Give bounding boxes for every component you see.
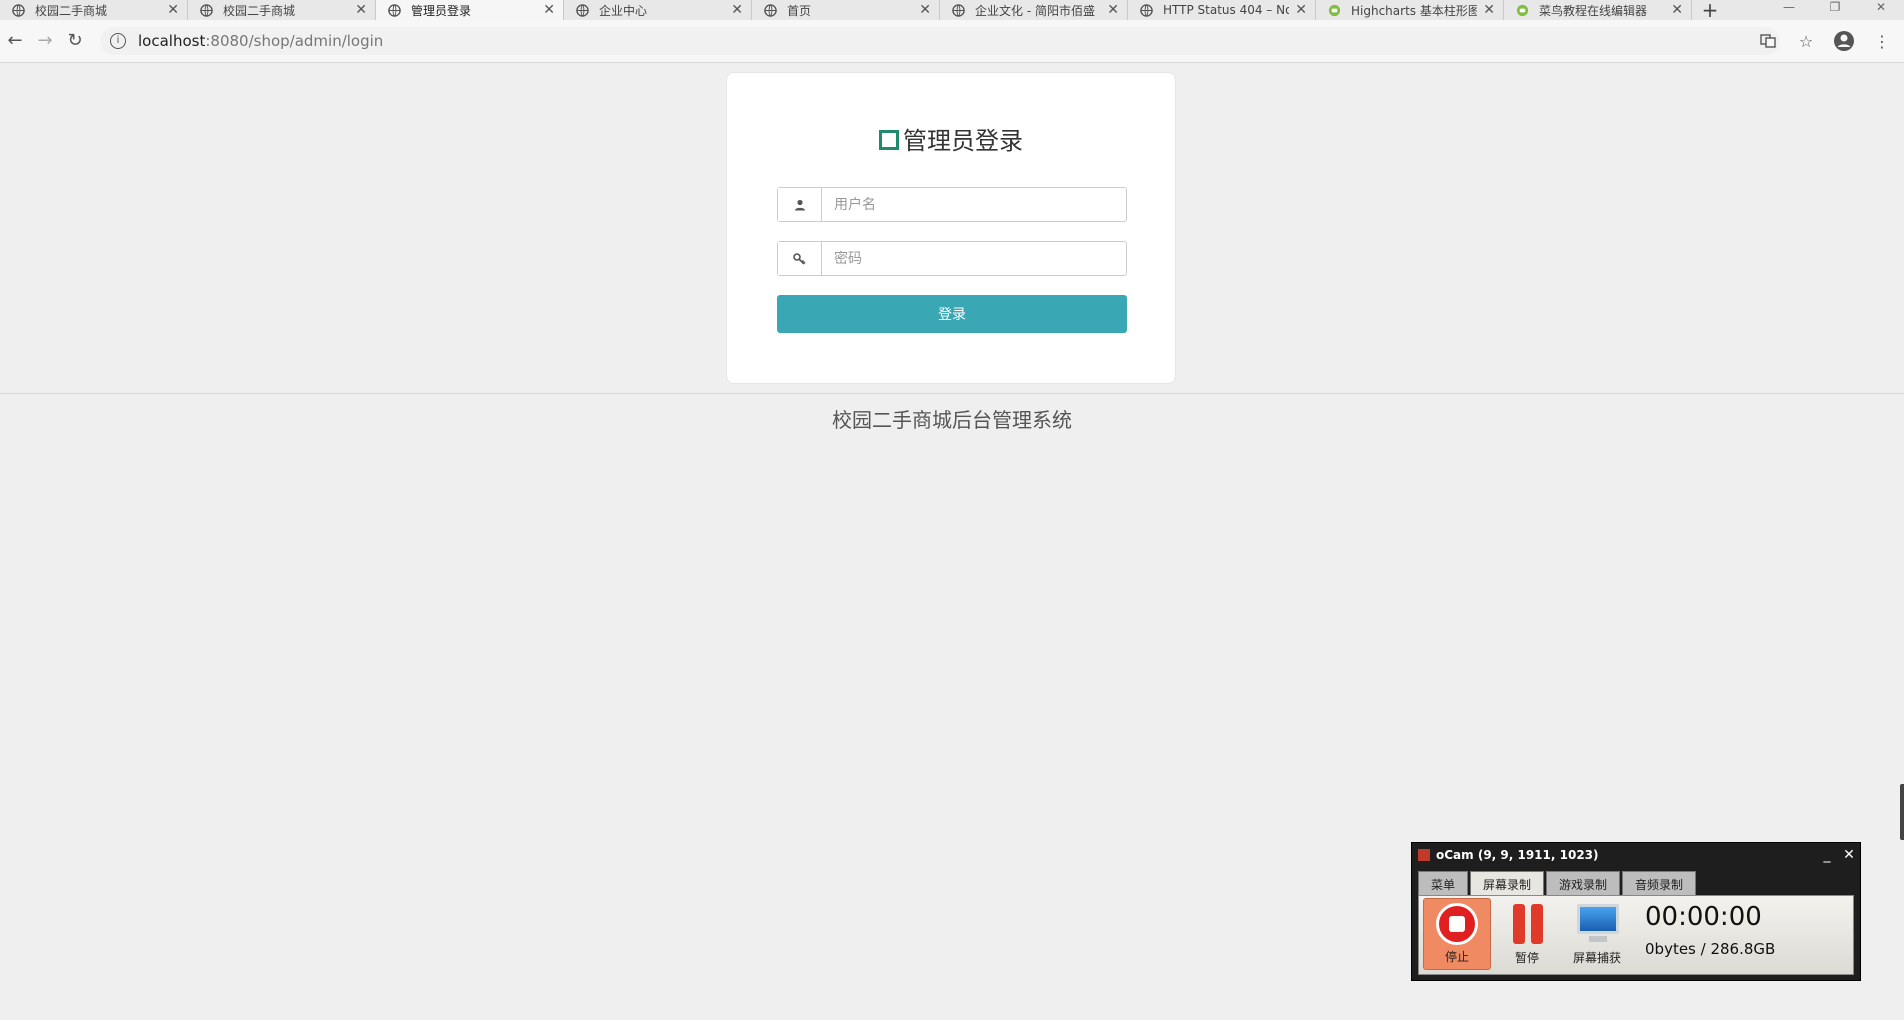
pause-button[interactable]: 暂停 (1493, 898, 1561, 970)
system-name: 校园二手商城后台管理系统 (832, 408, 1072, 432)
pause-label: 暂停 (1514, 951, 1539, 965)
username-field (777, 187, 1127, 222)
window-close-icon[interactable]: ✕ (1858, 0, 1904, 20)
globe-icon (764, 3, 777, 17)
browser-tab[interactable]: 校园二手商城 ✕ (0, 0, 188, 20)
globe-icon (12, 3, 25, 17)
tab-title: 管理员登录 (411, 3, 472, 18)
key-icon (778, 242, 822, 275)
tab-title: 企业文化 - 简阳市佰盛 (975, 3, 1095, 18)
browser-tab[interactable]: HTTP Status 404 – Not ✕ (1128, 0, 1316, 20)
close-icon[interactable]: ✕ (1838, 847, 1860, 863)
tab-title: 首页 (787, 3, 812, 18)
runoob-icon (1516, 4, 1529, 16)
minimize-icon[interactable]: — (1766, 0, 1812, 20)
screen-capture-button[interactable]: 屏幕捕获 (1563, 898, 1631, 970)
tab-title: HTTP Status 404 – Not (1163, 3, 1290, 17)
edge-scroll-handle[interactable] (1900, 784, 1904, 840)
browser-tab[interactable]: 菜鸟教程在线编辑器 ✕ (1504, 0, 1692, 20)
globe-icon (388, 3, 401, 17)
pause-icon-bar (1531, 904, 1543, 944)
stop-label: 停止 (1444, 950, 1469, 964)
capture-label: 屏幕捕获 (1572, 951, 1621, 965)
browser-tab[interactable]: 首页 ✕ (752, 0, 940, 20)
username-input[interactable] (822, 188, 1126, 221)
ocam-control-panel: 停止 暂停 屏幕捕获 00:00:00 0bytes / 286.8GB (1418, 895, 1854, 975)
browser-tab[interactable]: Highcharts 基本柱形图 ✕ (1316, 0, 1504, 20)
login-card: 管理员登录 登录 (726, 72, 1176, 384)
browser-tab[interactable]: 企业中心 ✕ (564, 0, 752, 20)
tab-title: 校园二手商城 (35, 3, 108, 18)
ocam-window: oCam (9, 9, 1911, 1023) _ ✕ 菜单 屏幕录制 游戏录制… (1411, 842, 1861, 981)
ocam-logo-icon (1418, 849, 1430, 861)
ocam-tab-audio-record[interactable]: 音频录制 (1622, 871, 1697, 896)
globe-icon (200, 3, 213, 17)
ocam-titlebar[interactable]: oCam (9, 9, 1911, 1023) _ ✕ (1412, 843, 1860, 867)
ocam-tab-screen-record[interactable]: 屏幕录制 (1470, 871, 1545, 896)
address-bar[interactable]: i localhost:8080/shop/admin/login (100, 27, 1780, 55)
url-text[interactable]: localhost:8080/shop/admin/login (138, 32, 383, 50)
toolbar-actions: ☆ ⋮ (1756, 29, 1894, 53)
url-host: localhost (138, 32, 206, 50)
login-heading: 管理员登录 (727, 121, 1175, 156)
globe-icon (1140, 3, 1153, 17)
window-controls: — ❐ ✕ (1766, 0, 1904, 20)
browser-tab[interactable]: 企业文化 - 简阳市佰盛 ✕ (940, 0, 1128, 20)
monitor-icon (1577, 904, 1619, 934)
browser-tab[interactable]: 校园二手商城 ✕ (188, 0, 376, 20)
login-button[interactable]: 登录 (777, 295, 1127, 333)
url-path: :8080/shop/admin/login (205, 32, 384, 50)
runoob-icon (1328, 4, 1341, 16)
browser-toolbar: ← → ↻ i localhost:8080/shop/admin/login … (0, 20, 1904, 63)
record-timer: 00:00:00 (1645, 902, 1762, 932)
close-icon[interactable]: ✕ (1107, 2, 1119, 18)
more-menu-icon[interactable]: ⋮ (1870, 29, 1894, 53)
profile-avatar-icon[interactable] (1832, 29, 1856, 53)
stop-button[interactable]: 停止 (1423, 898, 1491, 970)
tab-title: 校园二手商城 (223, 3, 296, 18)
forward-arrow-icon[interactable]: → (34, 30, 56, 52)
divider (0, 393, 1904, 394)
tab-title: 企业中心 (599, 3, 648, 18)
password-input[interactable] (822, 242, 1126, 275)
globe-icon (952, 3, 965, 17)
translate-icon[interactable] (1756, 29, 1780, 53)
close-icon[interactable]: ✕ (1671, 2, 1683, 18)
back-arrow-icon[interactable]: ← (4, 30, 26, 52)
ocam-tab-game-record[interactable]: 游戏录制 (1546, 871, 1621, 896)
close-icon[interactable]: ✕ (543, 2, 555, 18)
browser-tab-active[interactable]: 管理员登录 ✕ (376, 0, 564, 20)
record-size: 0bytes / 286.8GB (1645, 940, 1776, 958)
close-icon[interactable]: ✕ (1295, 2, 1307, 18)
minimize-icon[interactable]: _ (1816, 847, 1838, 863)
password-field (777, 241, 1127, 276)
stop-icon (1436, 903, 1478, 945)
close-icon[interactable]: ✕ (355, 2, 367, 18)
pause-icon (1513, 904, 1525, 944)
globe-icon (576, 3, 589, 17)
info-icon[interactable]: i (110, 33, 126, 49)
close-icon[interactable]: ✕ (731, 2, 743, 18)
close-icon[interactable]: ✕ (919, 2, 931, 18)
square-icon (879, 130, 899, 150)
new-tab-button[interactable]: + (1692, 0, 1728, 22)
tab-title: Highcharts 基本柱形图 (1351, 3, 1478, 18)
restore-icon[interactable]: ❐ (1812, 0, 1858, 20)
reload-icon[interactable]: ↻ (64, 30, 86, 52)
ocam-title: oCam (9, 9, 1911, 1023) (1436, 848, 1599, 862)
tab-title: 菜鸟教程在线编辑器 (1539, 3, 1648, 18)
user-icon (778, 188, 822, 221)
close-icon[interactable]: ✕ (1483, 2, 1495, 18)
bookmark-star-icon[interactable]: ☆ (1794, 29, 1818, 53)
monitor-stand (1589, 936, 1607, 942)
ocam-tabs: 菜单 屏幕录制 游戏录制 音频录制 (1418, 871, 1698, 896)
login-title: 管理员登录 (903, 127, 1023, 155)
ocam-tab-menu[interactable]: 菜单 (1418, 871, 1469, 896)
close-icon[interactable]: ✕ (167, 2, 179, 18)
browser-tab-strip: 校园二手商城 ✕ 校园二手商城 ✕ 管理员登录 ✕ 企业中心 ✕ 首页 ✕ 企业… (0, 0, 1904, 22)
